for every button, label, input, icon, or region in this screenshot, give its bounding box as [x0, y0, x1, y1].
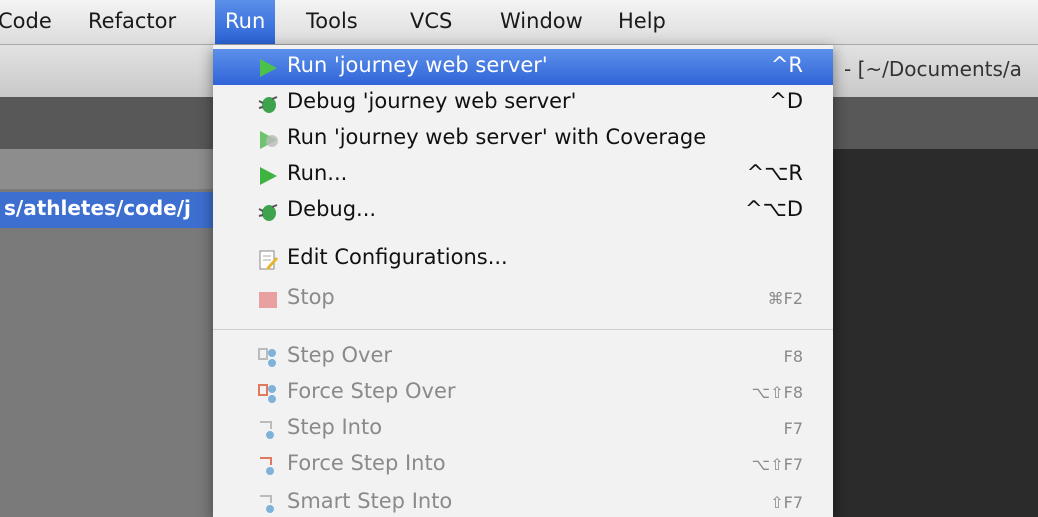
step-into-icon: [260, 421, 274, 439]
smart-step-into-icon: [260, 495, 274, 513]
run-menu-dropdown: Run 'journey web server' ^R Debug 'journ…: [213, 45, 833, 517]
menu-item-label: Run 'journey web server': [287, 53, 548, 77]
menu-item-shortcut: ^⌥R: [746, 161, 803, 185]
menu-item-step-into[interactable]: Step Into F7: [213, 411, 833, 447]
menu-item-smart-step-into[interactable]: Smart Step Into ⇧F7: [213, 485, 833, 517]
menu-item-label: Edit Configurations...: [287, 245, 508, 269]
menu-item-shortcut: ^⌥D: [745, 197, 803, 221]
stop-icon: [259, 292, 277, 308]
menu-item-shortcut: ^D: [769, 89, 803, 113]
force-step-into-icon: [260, 457, 274, 475]
menu-item-label: Stop: [287, 285, 335, 309]
menu-item-label: Force Step Into: [287, 451, 446, 475]
run-play-icon: [260, 167, 277, 185]
menu-item-force-step-over[interactable]: Force Step Over ⌥⇧F8: [213, 375, 833, 411]
menu-tools[interactable]: Tools: [296, 0, 368, 44]
menu-item-shortcut: ⌥⇧F8: [751, 383, 803, 402]
menu-item-label: Step Over: [287, 343, 392, 367]
project-panel-header: [0, 149, 214, 189]
window-path: - [~/Documents/a: [844, 57, 1022, 81]
menu-item-debug-config[interactable]: Debug 'journey web server' ^D: [213, 85, 833, 121]
menu-help[interactable]: Help: [608, 0, 676, 44]
menu-item-shortcut: F7: [783, 419, 803, 438]
menu-separator: [213, 329, 833, 330]
menu-item-stop[interactable]: Stop ⌘F2: [213, 281, 833, 317]
menu-item-run-coverage[interactable]: Run 'journey web server' with Coverage: [213, 121, 833, 157]
run-play-icon: [260, 59, 277, 77]
menu-vcs[interactable]: VCS: [400, 0, 462, 44]
menu-item-label: Run 'journey web server' with Coverage: [287, 125, 707, 149]
menu-item-label: Step Into: [287, 415, 383, 439]
menu-item-label: Force Step Over: [287, 379, 456, 403]
menu-item-shortcut: ⇧F7: [770, 493, 803, 512]
menu-code[interactable]: Code: [0, 0, 62, 44]
menu-item-label: Debug 'journey web server': [287, 89, 577, 113]
editor-right-area: [832, 149, 1038, 517]
menu-item-shortcut: ⌥⇧F7: [751, 455, 803, 474]
menu-item-debug-ellipsis[interactable]: Debug... ^⌥D: [213, 193, 833, 229]
menu-window[interactable]: Window: [490, 0, 593, 44]
menu-item-shortcut: F8: [783, 347, 803, 366]
menu-item-shortcut: ^R: [770, 53, 803, 77]
debug-bug-icon: [258, 204, 278, 221]
debug-bug-icon: [258, 96, 278, 113]
menu-item-run-ellipsis[interactable]: Run... ^⌥R: [213, 157, 833, 193]
force-step-over-icon: [258, 384, 276, 403]
menu-item-run-config[interactable]: Run 'journey web server' ^R: [213, 49, 833, 85]
coverage-icon: [260, 131, 278, 149]
menu-item-force-step-into[interactable]: Force Step Into ⌥⇧F7: [213, 447, 833, 483]
step-over-icon: [258, 348, 276, 367]
menu-run[interactable]: Run: [215, 0, 276, 44]
menu-item-label: Run...: [287, 161, 348, 185]
menu-item-step-over[interactable]: Step Over F8: [213, 339, 833, 375]
menu-item-shortcut: ⌘F2: [767, 289, 803, 308]
menu-item-edit-configurations[interactable]: Edit Configurations...: [213, 241, 833, 277]
edit-configurations-icon: [259, 250, 278, 270]
menu-item-label: Smart Step Into: [287, 489, 453, 513]
menu-item-label: Debug...: [287, 197, 377, 221]
menu-refactor[interactable]: Refactor: [78, 0, 186, 44]
project-path: s/athletes/code/j: [4, 196, 191, 220]
menu-bar: Code Refactor Run Tools VCS Window Help: [0, 0, 1038, 45]
